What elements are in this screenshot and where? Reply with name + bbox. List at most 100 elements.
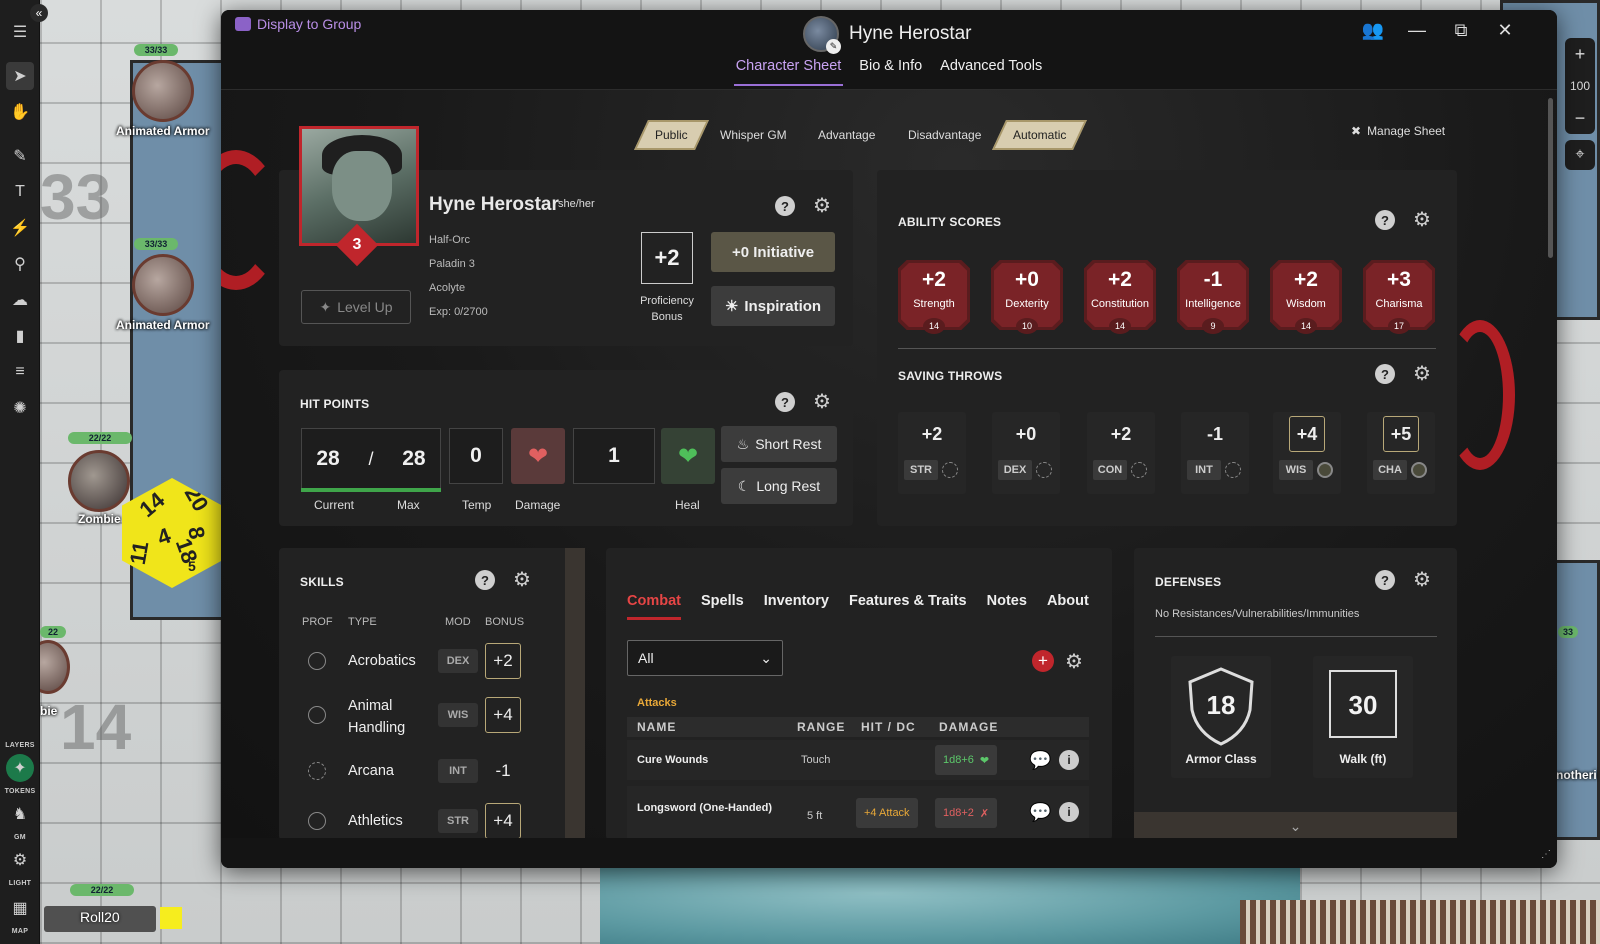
hp-amount-input[interactable]: 1: [573, 428, 655, 484]
attack-damage-pill[interactable]: 1d8+6 ❤: [935, 745, 998, 775]
saving-throw-wis[interactable]: +4 WIS: [1273, 412, 1341, 494]
character-avatar[interactable]: ✎: [803, 16, 841, 54]
map-layer-icon[interactable]: ▦: [6, 894, 34, 922]
token-animated-armor[interactable]: [132, 254, 194, 316]
manage-sheet-button[interactable]: ✖ Manage Sheet: [1351, 124, 1445, 138]
save-proficiency-dot[interactable]: [942, 462, 958, 478]
help-icon[interactable]: ?: [1375, 210, 1395, 230]
display-to-group-button[interactable]: Display to Group: [235, 16, 361, 32]
save-proficiency-dot[interactable]: [1036, 462, 1052, 478]
saving-throw-con[interactable]: +2 CON: [1087, 412, 1155, 494]
tab-features-traits[interactable]: Features & Traits: [849, 593, 967, 620]
skill-proficiency-radio[interactable]: [308, 762, 326, 780]
level-up-button[interactable]: ✦ Level Up: [301, 290, 411, 324]
defenses-expand-bar[interactable]: ⌄: [1134, 812, 1457, 840]
saving-throw-dex[interactable]: +0 DEX: [992, 412, 1060, 494]
save-proficiency-dot[interactable]: [1411, 462, 1427, 478]
zoom-out-button[interactable]: −: [1565, 102, 1595, 134]
skill-bonus[interactable]: +4: [485, 803, 521, 839]
popout-icon[interactable]: ⧉: [1449, 18, 1473, 42]
info-icon[interactable]: i: [1059, 750, 1079, 770]
help-icon[interactable]: ?: [1375, 570, 1395, 590]
measure-icon[interactable]: ⚲: [6, 250, 34, 278]
gear-icon[interactable]: ⚙: [1411, 362, 1433, 385]
heal-button[interactable]: ❤: [661, 428, 715, 484]
skill-name[interactable]: Athletics: [348, 810, 403, 832]
help-icon[interactable]: ?: [775, 392, 795, 412]
share-players-icon[interactable]: 👥: [1361, 18, 1385, 42]
resize-handle-icon[interactable]: ⋰: [1541, 849, 1551, 860]
tab-combat[interactable]: Combat: [627, 593, 681, 620]
collapse-toolbar-icon[interactable]: «: [30, 4, 48, 22]
menu-icon[interactable]: ☰: [6, 18, 34, 46]
gear-icon[interactable]: ⚙: [1063, 650, 1085, 673]
light-layer-icon[interactable]: ⚙: [6, 846, 34, 874]
window-header[interactable]: Display to Group ✎ Hyne Herostar 👥 — ⧉ ✕…: [221, 10, 1557, 90]
journal-icon[interactable]: ▮: [6, 322, 34, 350]
help-icon[interactable]: ?: [475, 570, 495, 590]
chat-bubble-icon[interactable]: 💬: [1029, 750, 1051, 771]
attack-name[interactable]: Cure Wounds: [637, 754, 708, 766]
info-icon[interactable]: i: [1059, 802, 1079, 822]
zoom-in-button[interactable]: +: [1565, 38, 1595, 70]
roll-public-toggle[interactable]: Public: [634, 120, 709, 150]
skill-proficiency-radio[interactable]: [308, 706, 326, 724]
skill-name[interactable]: Arcana: [348, 760, 394, 782]
skill-bonus[interactable]: +2: [485, 643, 521, 679]
damage-button[interactable]: ❤: [511, 428, 565, 484]
skill-proficiency-radio[interactable]: [308, 652, 326, 670]
gm-layer-icon[interactable]: ♞: [6, 800, 34, 828]
settings-wheel-icon[interactable]: ✺: [6, 394, 34, 422]
long-rest-button[interactable]: ☾ Long Rest: [721, 468, 837, 504]
notes-icon[interactable]: ≡: [6, 358, 34, 386]
hp-max-input[interactable]: 28: [402, 447, 425, 471]
gear-icon[interactable]: ⚙: [811, 390, 833, 413]
help-icon[interactable]: ?: [1375, 364, 1395, 384]
roll-automatic-toggle[interactable]: Automatic: [992, 120, 1088, 150]
lightning-icon[interactable]: ⚡: [6, 214, 34, 242]
sheet-scrollbar[interactable]: [1548, 98, 1553, 258]
text-tool-icon[interactable]: T: [6, 178, 34, 206]
chat-bubble-icon[interactable]: 💬: [1029, 802, 1051, 823]
attack-damage-pill[interactable]: 1d8+2 ✗: [935, 798, 998, 828]
initiative-button[interactable]: +0 Initiative: [711, 232, 835, 272]
tab-about[interactable]: About: [1047, 593, 1089, 620]
tab-character-sheet[interactable]: Character Sheet: [733, 58, 844, 86]
character-name[interactable]: Hyne Herostar: [429, 194, 559, 216]
gear-icon[interactable]: ⚙: [811, 194, 833, 217]
draw-brush-icon[interactable]: ✎: [6, 142, 34, 170]
tab-notes[interactable]: Notes: [987, 593, 1027, 620]
tab-advanced-tools[interactable]: Advanced Tools: [938, 58, 1044, 86]
inspiration-button[interactable]: ☀ Inspiration: [711, 286, 835, 326]
save-proficiency-dot[interactable]: [1225, 462, 1241, 478]
attack-name[interactable]: Longsword (One-Handed): [637, 802, 772, 814]
token-animated-armor[interactable]: [132, 60, 194, 122]
skill-proficiency-radio[interactable]: [308, 812, 326, 830]
roll-disadvantage-toggle[interactable]: Disadvantage: [887, 120, 1002, 150]
weather-cloud-icon[interactable]: ☁: [6, 286, 34, 314]
player-color-swatch[interactable]: [160, 907, 182, 929]
edit-pencil-icon[interactable]: ✎: [826, 39, 841, 54]
minimize-icon[interactable]: —: [1405, 18, 1429, 42]
gear-icon[interactable]: ⚙: [1411, 568, 1433, 591]
gear-icon[interactable]: ⚙: [511, 568, 533, 591]
skills-scrollbar[interactable]: [565, 548, 585, 840]
help-icon[interactable]: ?: [775, 196, 795, 216]
hp-temp-input[interactable]: 0: [449, 428, 503, 484]
skill-name[interactable]: Acrobatics: [348, 650, 416, 672]
token-zombie[interactable]: [68, 450, 130, 512]
skill-bonus[interactable]: -1: [485, 753, 521, 789]
skill-name[interactable]: Animal Handling: [348, 695, 418, 739]
roll-whisper-toggle[interactable]: Whisper GM: [699, 120, 808, 150]
tab-spells[interactable]: Spells: [701, 593, 744, 620]
close-icon[interactable]: ✕: [1493, 18, 1517, 42]
pan-hand-icon[interactable]: ✋: [6, 98, 34, 126]
hp-current-input[interactable]: 28: [316, 447, 339, 471]
saving-throw-cha[interactable]: +5 CHA: [1367, 412, 1435, 494]
tab-inventory[interactable]: Inventory: [764, 593, 829, 620]
attack-hit-pill[interactable]: +4 Attack: [856, 798, 918, 828]
tab-bio-info[interactable]: Bio & Info: [857, 58, 924, 86]
combat-filter-select[interactable]: All ⌄: [627, 640, 783, 676]
short-rest-button[interactable]: ♨ Short Rest: [721, 426, 837, 462]
save-proficiency-dot[interactable]: [1131, 462, 1147, 478]
